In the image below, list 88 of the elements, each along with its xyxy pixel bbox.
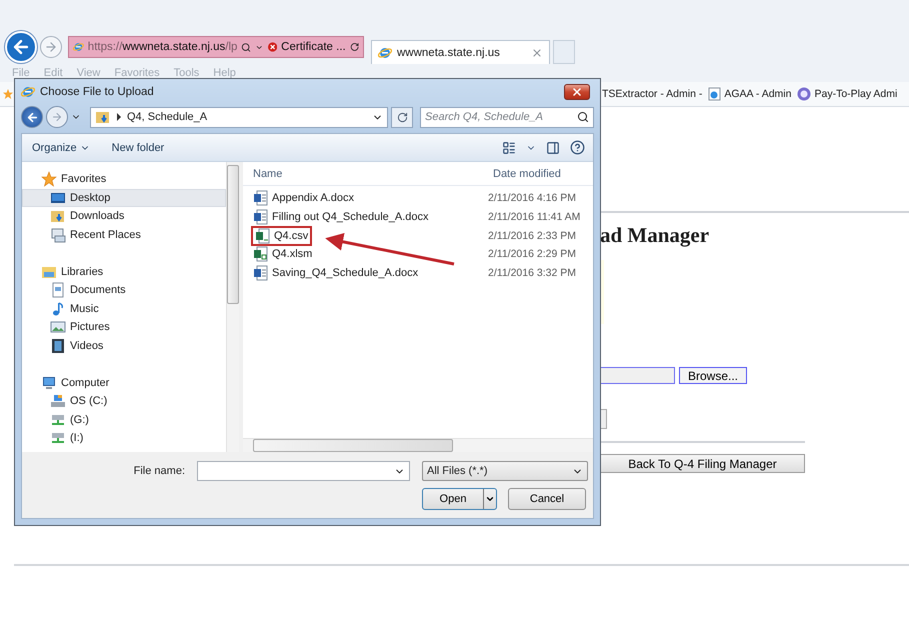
back-button[interactable] xyxy=(21,106,43,128)
help-icon[interactable] xyxy=(570,140,585,155)
view-options-icon[interactable] xyxy=(502,140,516,154)
page-icon xyxy=(708,87,722,101)
browser-icon xyxy=(378,46,392,60)
picture-icon xyxy=(50,319,66,336)
document-icon xyxy=(50,282,66,298)
browse-button[interactable]: Browse... xyxy=(679,367,748,384)
navigation-item[interactable]: Documents xyxy=(22,281,226,300)
organize-menu[interactable]: Organize xyxy=(32,142,90,154)
certificate-error-icon xyxy=(268,41,278,53)
column-header[interactable]: Date modified xyxy=(483,168,593,180)
url-text: https://wwwneta.state.nj.us/lp xyxy=(88,41,238,53)
file-type-dropdown[interactable]: All Files (*.*) xyxy=(422,461,588,481)
navigation-item[interactable]: OS (C:) xyxy=(22,392,226,410)
file-path-field[interactable] xyxy=(600,367,675,384)
navigation-item[interactable]: Computer xyxy=(22,374,226,392)
field-label: File name: xyxy=(134,465,185,477)
search-field[interactable]: Search Q4, Schedule_A xyxy=(420,106,594,128)
search-icon xyxy=(577,111,589,123)
page-heading: ad Manager xyxy=(600,223,710,248)
folder-icon xyxy=(50,208,66,224)
refresh-icon[interactable] xyxy=(350,41,359,53)
star-icon[interactable] xyxy=(3,89,13,99)
folder-icon xyxy=(95,109,111,125)
refresh-button[interactable] xyxy=(391,106,413,128)
computer-icon xyxy=(41,374,57,391)
browser-icon xyxy=(21,84,35,98)
back-to-manager-button[interactable]: Back To Q-4 Filing Manager xyxy=(600,454,805,473)
date-cell-text: 2/11/2016 4:16 PM xyxy=(487,192,576,204)
date-cell-text: 2/11/2016 11:41 AM xyxy=(487,211,580,224)
browser-tab[interactable]: wwwneta.state.nj.us xyxy=(371,40,550,64)
scrollbar[interactable] xyxy=(243,438,593,452)
favorites-link[interactable]: Pay-To-Play Admi xyxy=(797,87,898,101)
search-icon[interactable] xyxy=(241,40,252,54)
scrollbar-thumb[interactable] xyxy=(227,165,239,304)
spreadsheet-icon xyxy=(253,246,268,262)
forward-arrow-icon xyxy=(44,40,58,54)
date-cell-text: 2/11/2016 2:33 PM xyxy=(487,230,576,242)
close-button[interactable] xyxy=(564,84,590,100)
navigation-item[interactable]: Music xyxy=(22,300,226,318)
date-cell-text: 2/11/2016 2:29 PM xyxy=(487,248,576,260)
spreadsheet-icon xyxy=(255,228,270,244)
favorites-link[interactable]: AGAA - Admin xyxy=(708,87,792,101)
navigation-item[interactable]: Desktop xyxy=(22,188,226,207)
location-bar[interactable]: Q4, Schedule_A xyxy=(90,106,388,128)
file-name[interactable]: Saving_Q4_Schedule_A.docx xyxy=(253,265,418,282)
column-header[interactable]: Name xyxy=(243,168,483,180)
new-folder-button[interactable]: New folder xyxy=(112,142,164,154)
preview-pane-icon[interactable] xyxy=(546,140,560,154)
navigation-item[interactable]: Downloads xyxy=(22,207,226,226)
certificate-error-text[interactable]: Certificate ... xyxy=(281,41,346,53)
caret-icon xyxy=(484,494,495,504)
recent-places-icon xyxy=(50,226,66,243)
navigation-item[interactable]: Pictures xyxy=(22,318,226,336)
date-cell-text: 2/11/2016 3:32 PM xyxy=(487,267,576,280)
forward-arrow-icon xyxy=(51,111,63,123)
word-document-icon xyxy=(253,190,268,206)
word-document-icon xyxy=(253,209,268,226)
word-document-icon xyxy=(253,265,268,282)
close-icon xyxy=(571,86,583,98)
file-name[interactable]: Filling out Q4_Schedule_A.docx xyxy=(253,209,429,226)
refresh-icon xyxy=(396,112,408,122)
navigation-item[interactable]: Videos xyxy=(22,336,226,355)
favorites-link[interactable]: TSExtractor - Admin - xyxy=(602,88,702,100)
close-icon[interactable] xyxy=(531,46,543,58)
navigation-item[interactable]: Recent Places xyxy=(22,226,226,244)
address-bar[interactable]: https://wwwneta.state.nj.us/lp Certificate ... xyxy=(68,36,364,58)
star-icon xyxy=(41,171,57,188)
file-name[interactable]: Q4.xlsm xyxy=(253,246,312,262)
navigation-item[interactable]: Libraries xyxy=(22,262,226,281)
chevron-icon xyxy=(116,113,122,121)
file-name[interactable]: Q4.csv xyxy=(251,226,312,246)
music-note-icon xyxy=(50,300,66,317)
back-arrow-icon xyxy=(26,110,38,124)
navigation-item[interactable]: (G:) xyxy=(22,410,226,429)
drive-icon xyxy=(50,393,66,410)
file-name[interactable]: Appendix A.docx xyxy=(253,190,354,206)
film-icon xyxy=(50,338,66,354)
navigation-item[interactable]: Favorites xyxy=(22,170,226,188)
cancel-button[interactable]: Cancel xyxy=(508,488,586,510)
scrollbar-thumb[interactable] xyxy=(253,439,453,452)
navigation-item[interactable]: (I:) xyxy=(22,429,226,448)
browser-icon xyxy=(73,40,84,54)
dialog-title: Choose File to Upload xyxy=(40,86,155,98)
file-name-field[interactable] xyxy=(197,461,410,481)
open-button[interactable]: Open xyxy=(422,488,497,510)
seal-icon xyxy=(797,87,812,101)
